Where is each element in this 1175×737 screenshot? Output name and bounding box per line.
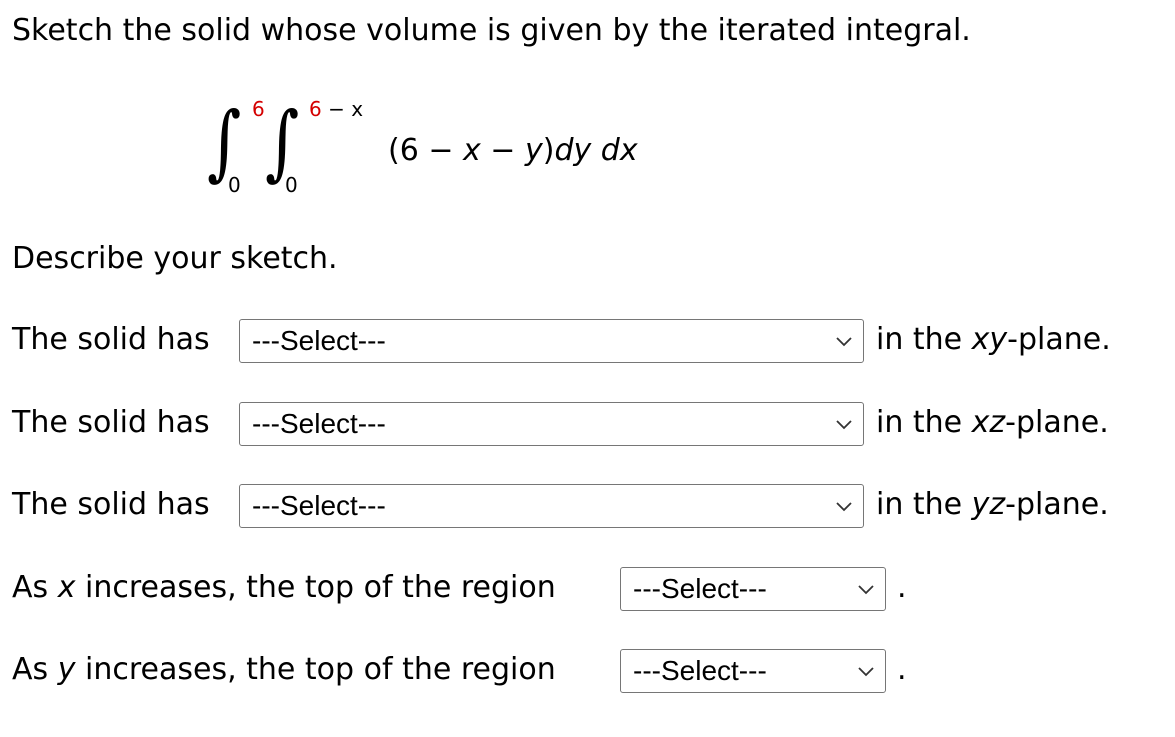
increase-variable: x — [57, 570, 76, 605]
suffix-plane: xy — [971, 322, 1008, 357]
sentence-period: . — [897, 652, 907, 687]
question-heading: Sketch the solid whose volume is given b… — [12, 13, 971, 48]
suffix-pre: in the — [876, 405, 972, 440]
chevron-down-icon — [836, 420, 852, 430]
increase-text: As x increases, the top of the region — [12, 570, 556, 606]
sentence-period: . — [897, 570, 907, 605]
integrand-x: x — [463, 133, 481, 168]
outer-upper-limit: 6 — [252, 97, 265, 121]
suffix-plane: xz — [971, 405, 1006, 440]
increase-variable: y — [57, 652, 76, 687]
suffix-post: -plane. — [1005, 405, 1109, 440]
suffix-post: -plane. — [1005, 487, 1109, 522]
increase-post: increases, the top of the region — [75, 570, 556, 605]
increase-pre: As — [12, 570, 58, 605]
iterated-integral: ∫ 6 0 ∫ 6 − x 0 (6 − x − y)dy dx — [195, 92, 675, 202]
inner-upper-limit: 6 − x — [309, 98, 363, 120]
chevron-down-icon — [836, 337, 852, 347]
x-increase-select[interactable]: ---Select--- — [620, 567, 886, 611]
increase-post: increases, the top of the region — [75, 652, 556, 687]
select-value: ---Select--- — [252, 408, 386, 439]
integrand: (6 − x − y)dy dx — [388, 133, 638, 169]
row-prefix: The solid has — [12, 322, 210, 357]
x-increase-row: As x increases, the top of the region --… — [12, 566, 1162, 612]
inner-lower-limit: 0 — [285, 173, 298, 197]
y-increase-select[interactable]: ---Select--- — [620, 649, 886, 693]
integrand-open: (6 − — [388, 133, 463, 168]
chevron-down-icon — [836, 502, 852, 512]
inner-upper-limit-rest: − x — [321, 97, 364, 121]
plane-row-yz: The solid has ---Select--- in the yz-pla… — [12, 483, 1162, 529]
integrand-minus: − — [480, 133, 525, 168]
row-suffix: in the yz-plane. — [876, 487, 1109, 523]
yz-plane-select[interactable]: ---Select--- — [239, 484, 864, 528]
y-increase-row: As y increases, the top of the region --… — [12, 648, 1162, 694]
suffix-pre: in the — [876, 322, 972, 357]
select-value: ---Select--- — [633, 655, 767, 686]
plane-row-xz: The solid has ---Select--- in the xz-pla… — [12, 401, 1162, 447]
suffix-post: -plane. — [1007, 322, 1111, 357]
row-suffix: in the xy-plane. — [876, 322, 1111, 358]
select-value: ---Select--- — [633, 573, 767, 604]
inner-integral-sign: ∫ — [265, 95, 300, 190]
select-value: ---Select--- — [252, 490, 386, 521]
outer-integral-sign: ∫ — [207, 95, 242, 190]
integrand-differentials: dy dx — [554, 133, 638, 168]
integrand-close: ) — [542, 133, 555, 168]
row-prefix: The solid has — [12, 405, 210, 440]
select-value: ---Select--- — [252, 325, 386, 356]
xz-plane-select[interactable]: ---Select--- — [239, 402, 864, 446]
inner-upper-limit-number: 6 — [309, 97, 322, 121]
outer-lower-limit: 0 — [228, 173, 241, 197]
increase-text: As y increases, the top of the region — [12, 652, 556, 688]
row-prefix: The solid has — [12, 487, 210, 522]
chevron-down-icon — [858, 585, 874, 595]
integrand-y: y — [524, 133, 543, 168]
plane-row-xy: The solid has ---Select--- in the xy-pla… — [12, 318, 1162, 364]
row-suffix: in the xz-plane. — [876, 405, 1109, 441]
xy-plane-select[interactable]: ---Select--- — [239, 319, 864, 363]
describe-prompt: Describe your sketch. — [12, 241, 338, 276]
suffix-pre: in the — [876, 487, 972, 522]
suffix-plane: yz — [971, 487, 1006, 522]
increase-pre: As — [12, 652, 58, 687]
chevron-down-icon — [858, 667, 874, 677]
